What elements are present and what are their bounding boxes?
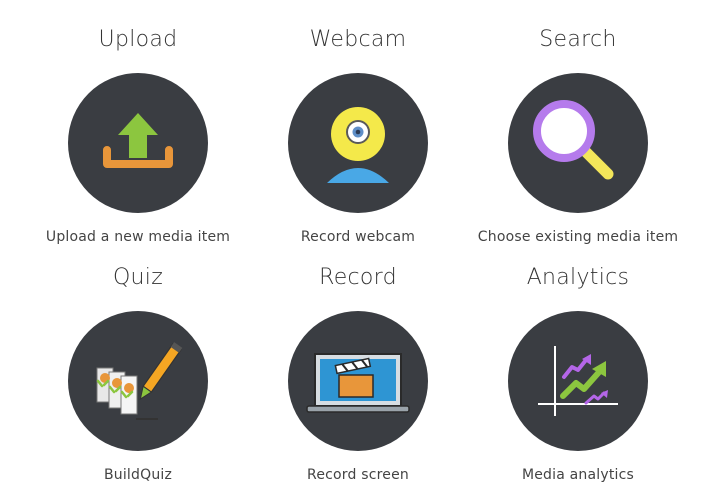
webcam-button[interactable] <box>288 73 428 213</box>
tile-title: Search <box>539 27 617 52</box>
tile-title: Webcam <box>309 27 407 52</box>
quiz-button[interactable] <box>68 311 208 451</box>
upload-icon <box>103 113 173 168</box>
tile-title: Upload <box>98 27 178 52</box>
search-button[interactable] <box>508 73 648 213</box>
webcam-icon <box>327 107 389 183</box>
upload-tile[interactable]: Upload Upload a new media item <box>28 27 248 245</box>
search-tile[interactable]: Search Choose existing media item <box>468 27 688 245</box>
webcam-tile[interactable]: Webcam Record webcam <box>248 27 468 245</box>
tile-caption: Record screen <box>307 467 409 483</box>
screen-record-icon <box>306 353 410 413</box>
search-icon <box>533 100 614 180</box>
record-button[interactable] <box>288 311 428 451</box>
record-tile[interactable]: Record Record screen <box>248 265 468 483</box>
quiz-tile[interactable]: Quiz BuildQuiz <box>28 265 248 483</box>
analytics-tile[interactable]: Analytics Media analytics <box>468 265 688 483</box>
quiz-icon <box>96 342 183 420</box>
analytics-button[interactable] <box>508 311 648 451</box>
tile-caption: Media analytics <box>521 467 635 483</box>
tile-caption: BuildQuiz <box>103 467 173 483</box>
tile-caption: Upload a new media item <box>45 229 231 245</box>
tile-caption: Choose existing media item <box>477 229 679 245</box>
upload-button[interactable] <box>68 73 208 213</box>
tile-title: Analytics <box>526 265 630 290</box>
tile-title: Record <box>319 265 397 290</box>
tile-title: Quiz <box>112 265 164 290</box>
analytics-chart-icon <box>538 346 618 416</box>
tile-caption: Record webcam <box>300 229 416 245</box>
